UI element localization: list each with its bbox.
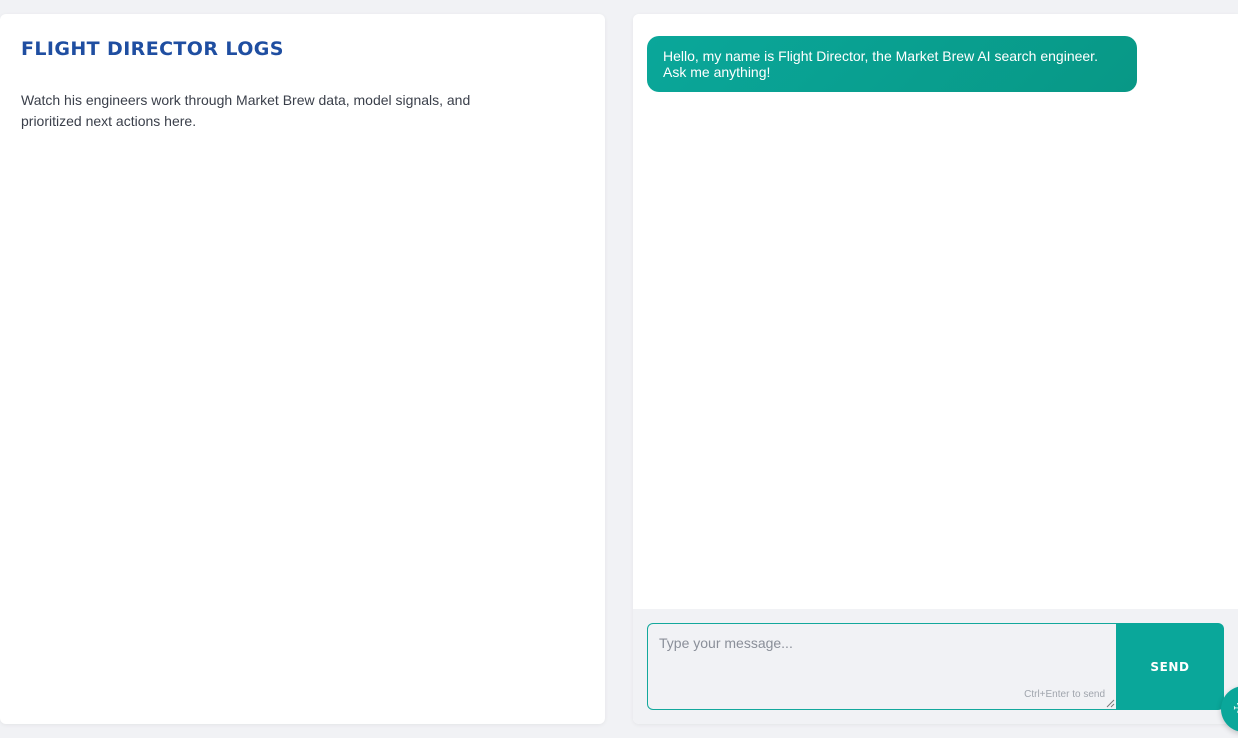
logs-title: Flight Director Logs bbox=[21, 38, 284, 60]
chat-panel: Hello, my name is Flight Director, the M… bbox=[633, 14, 1238, 724]
message-list[interactable]: Hello, my name is Flight Director, the M… bbox=[633, 14, 1238, 609]
send-button[interactable]: Send bbox=[1116, 623, 1224, 710]
message-input-wrapper: Ctrl+Enter to send bbox=[647, 623, 1117, 710]
resize-handle-icon[interactable] bbox=[1106, 699, 1115, 708]
message-composer: Ctrl+Enter to send Send bbox=[633, 609, 1238, 724]
assistant-message: Hello, my name is Flight Director, the M… bbox=[647, 36, 1137, 92]
logs-description: Watch his engineers work through Market … bbox=[21, 92, 471, 129]
flight-director-logs-panel: Flight Director Logs Watch his engineers… bbox=[0, 14, 605, 724]
send-shortcut-hint: Ctrl+Enter to send bbox=[1024, 689, 1105, 700]
